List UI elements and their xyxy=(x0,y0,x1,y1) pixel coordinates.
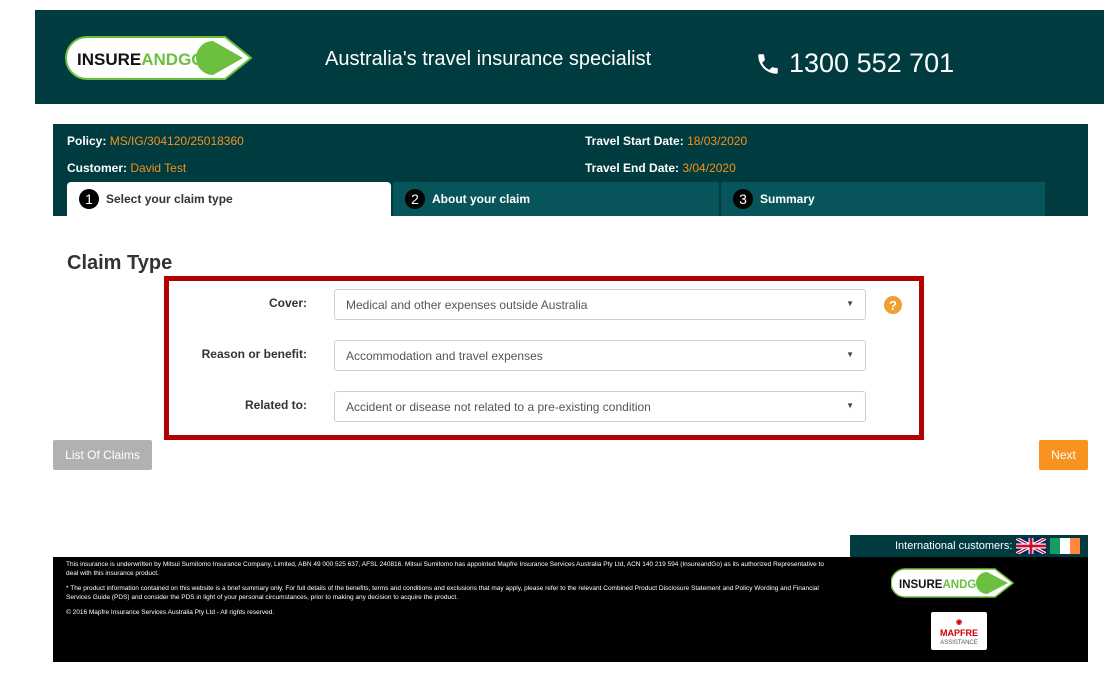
chevron-down-icon: ▼ xyxy=(846,401,854,410)
international-customers: International customers: xyxy=(850,535,1088,557)
tab-label: Summary xyxy=(760,192,815,206)
related-row: Related to: Accident or disease not rela… xyxy=(169,391,919,422)
assistance-text: ASSISTANCE xyxy=(940,640,978,646)
chevron-down-icon: ▼ xyxy=(846,350,854,359)
mapfre-text: MAPFRE xyxy=(940,628,978,638)
underwriter-text: This insurance is underwritten by Mitsui… xyxy=(66,561,825,577)
phone-number-text: 1300 552 701 xyxy=(789,48,955,78)
claim-form-highlight: Cover: Medical and other expenses outsid… xyxy=(164,276,924,440)
travel-end-date: Travel End Date: 3/04/2020 xyxy=(585,161,736,175)
policy-panel: Policy: MS/IG/304120/25018360 Customer: … xyxy=(53,124,1088,216)
phone-icon xyxy=(758,53,778,74)
pds-text: * The product information contained on t… xyxy=(66,585,819,601)
tab-about-your-claim[interactable]: 2 About your claim xyxy=(393,182,719,216)
reason-row: Reason or benefit: Accommodation and tra… xyxy=(169,340,919,371)
help-icon[interactable]: ? xyxy=(884,296,902,314)
insureandgo-logo[interactable]: INSUREANDGO xyxy=(65,33,256,83)
travel-start-date: Travel Start Date: 18/03/2020 xyxy=(585,134,748,148)
svg-text:INSUREANDGO: INSUREANDGO xyxy=(899,579,985,591)
step-number: 3 xyxy=(733,189,753,209)
policy-number: Policy: MS/IG/304120/25018360 xyxy=(67,134,244,148)
chevron-down-icon: ▼ xyxy=(846,299,854,308)
footer-disclaimer: This insurance is underwritten by Mitsui… xyxy=(66,560,836,623)
site-header: INSUREANDGO Australia's travel insurance… xyxy=(35,10,1104,104)
claim-type-heading: Claim Type xyxy=(67,252,173,274)
tab-select-claim-type[interactable]: 1 Select your claim type xyxy=(67,182,391,216)
related-select[interactable]: Accident or disease not related to a pre… xyxy=(334,391,866,422)
svg-text:INSUREANDGO: INSUREANDGO xyxy=(77,50,205,69)
insureandgo-footer-logo: INSUREANDGO xyxy=(891,568,1015,598)
site-footer: This insurance is underwritten by Mitsui… xyxy=(53,557,1088,662)
mapfre-emblem-icon: ◉ xyxy=(955,619,963,626)
reason-label: Reason or benefit: xyxy=(201,347,307,361)
customer-name: Customer: David Test xyxy=(67,161,187,175)
site-tagline: Australia's travel insurance specialist xyxy=(325,48,652,70)
cover-row: Cover: Medical and other expenses outsid… xyxy=(169,289,919,320)
reason-select[interactable]: Accommodation and travel expenses ▼ xyxy=(334,340,866,371)
list-of-claims-button[interactable]: List Of Claims xyxy=(53,440,152,470)
related-label: Related to: xyxy=(244,398,307,412)
step-number: 1 xyxy=(79,189,99,209)
copyright-text: © 2016 Mapfre Insurance Services Austral… xyxy=(66,609,275,616)
international-label: International customers: xyxy=(895,540,1013,552)
tab-label: Select your claim type xyxy=(106,192,233,206)
next-button[interactable]: Next xyxy=(1039,440,1088,470)
phone-number[interactable]: 1300 552 701 xyxy=(755,48,954,79)
claim-steps: 1 Select your claim type 2 About your cl… xyxy=(67,182,1045,216)
step-number: 2 xyxy=(405,189,425,209)
uk-flag-icon[interactable] xyxy=(1016,538,1047,554)
cover-select[interactable]: Medical and other expenses outside Austr… xyxy=(334,289,866,320)
mapfre-logo: ◉ MAPFRE ASSISTANCE xyxy=(931,612,987,650)
ireland-flag-icon[interactable] xyxy=(1050,538,1081,554)
tab-label: About your claim xyxy=(432,192,531,206)
cover-label: Cover: xyxy=(268,296,307,310)
tab-summary[interactable]: 3 Summary xyxy=(721,182,1045,216)
